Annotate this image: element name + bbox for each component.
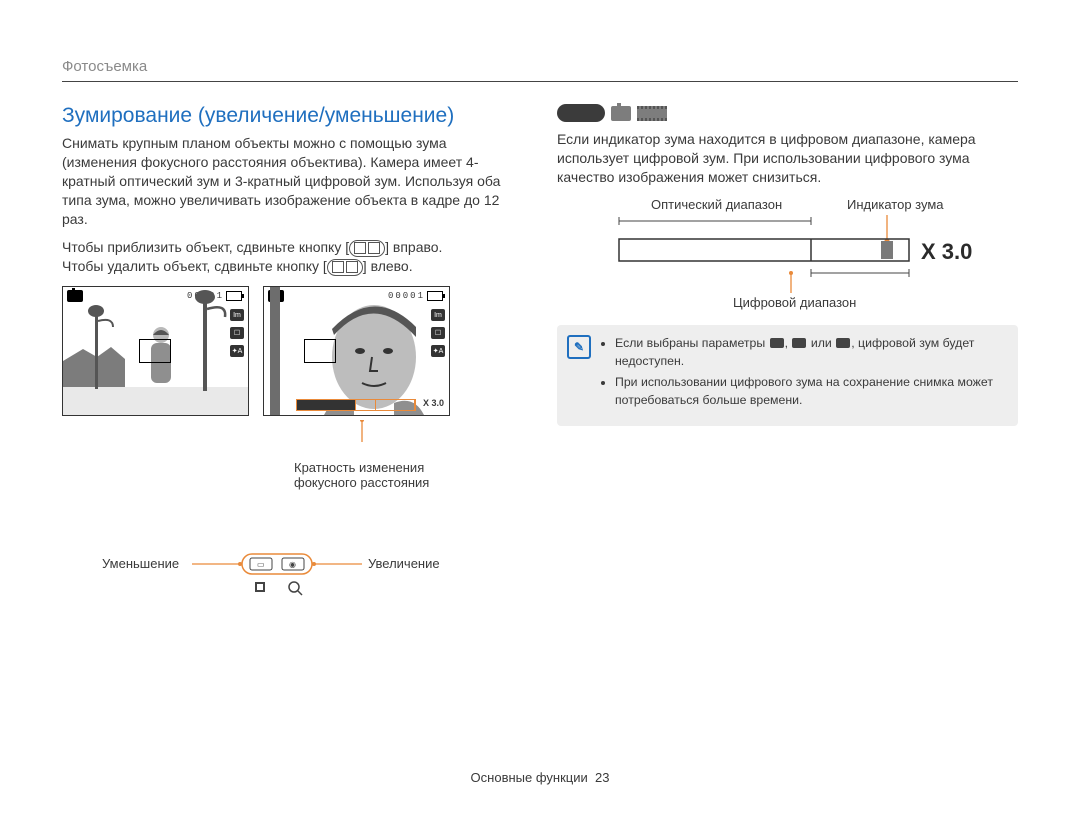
- program-mode-icon: [611, 106, 631, 121]
- tracking-af-icon: [792, 338, 806, 348]
- lcd-comparison: 00001 Im ☐ ✦A: [62, 286, 523, 416]
- zoom-in-label: Увеличение: [368, 556, 440, 571]
- note-box: ✎ Если выбраны параметры , или , цифрово…: [557, 325, 1018, 426]
- page-title: Зумирование (увеличение/уменьшение): [62, 104, 523, 128]
- digital-label: Цифровой диапазон: [733, 295, 856, 310]
- svg-text:◉: ◉: [289, 560, 296, 569]
- focus-frame: [139, 339, 171, 363]
- zoom-rocker-icon: [327, 259, 363, 276]
- zoom-scene-illustration: [264, 287, 449, 415]
- big-zoom-readout: X 3.0: [921, 239, 972, 264]
- zoom-bar: X 3.0: [296, 399, 416, 411]
- intro-paragraph: Снимать крупным планом объекты можно с п…: [62, 134, 523, 228]
- zoom-control-diagram: ▭ ◉ Уменьшение Увеличение: [62, 546, 523, 596]
- digital-zoom-paragraph: Если индикатор зума находится в цифровом…: [557, 130, 1018, 187]
- zoom-readout: X 3.0: [423, 398, 444, 408]
- zoom-rocker-icon: [349, 240, 385, 257]
- zoom-in-instruction: Чтобы приблизить объект, сдвиньте кнопку…: [62, 238, 523, 276]
- face-detect-icon: [770, 338, 784, 348]
- mode-icons-row: [557, 104, 1018, 122]
- focal-caption: Кратность изменения фокусного расстояния: [294, 460, 474, 490]
- focal-callout: [62, 420, 462, 460]
- lcd-wide: 00001 Im ☐ ✦A: [62, 286, 249, 416]
- optical-label: Оптический диапазон: [651, 197, 782, 212]
- svg-text:▭: ▭: [257, 560, 265, 569]
- note-icon: ✎: [567, 335, 591, 359]
- indicator-label: Индикатор зума: [847, 197, 944, 212]
- auto-mode-pill: [557, 104, 605, 122]
- scene-mode-icon: [637, 106, 667, 121]
- zoom-indicator-diagram: Оптический диапазон Индикатор зума X 3.0: [611, 197, 1018, 307]
- note-item-1: Если выбраны параметры , или , цифровой …: [615, 335, 1004, 371]
- zoom-out-label: Уменьшение: [102, 556, 179, 571]
- note-item-2: При использовании цифрового зума на сохр…: [615, 374, 1004, 410]
- right-column: Если индикатор зума находится в цифровом…: [557, 104, 1018, 596]
- focus-frame: [304, 339, 336, 363]
- smart-mode-icon: [836, 338, 850, 348]
- lcd-zoomed: 00001 Im ☐ ✦A: [263, 286, 450, 416]
- left-column: Зумирование (увеличение/уменьшение) Сним…: [62, 104, 523, 596]
- breadcrumb: Фотосъемка: [62, 58, 1018, 82]
- page-footer: Основные функции 23: [0, 770, 1080, 785]
